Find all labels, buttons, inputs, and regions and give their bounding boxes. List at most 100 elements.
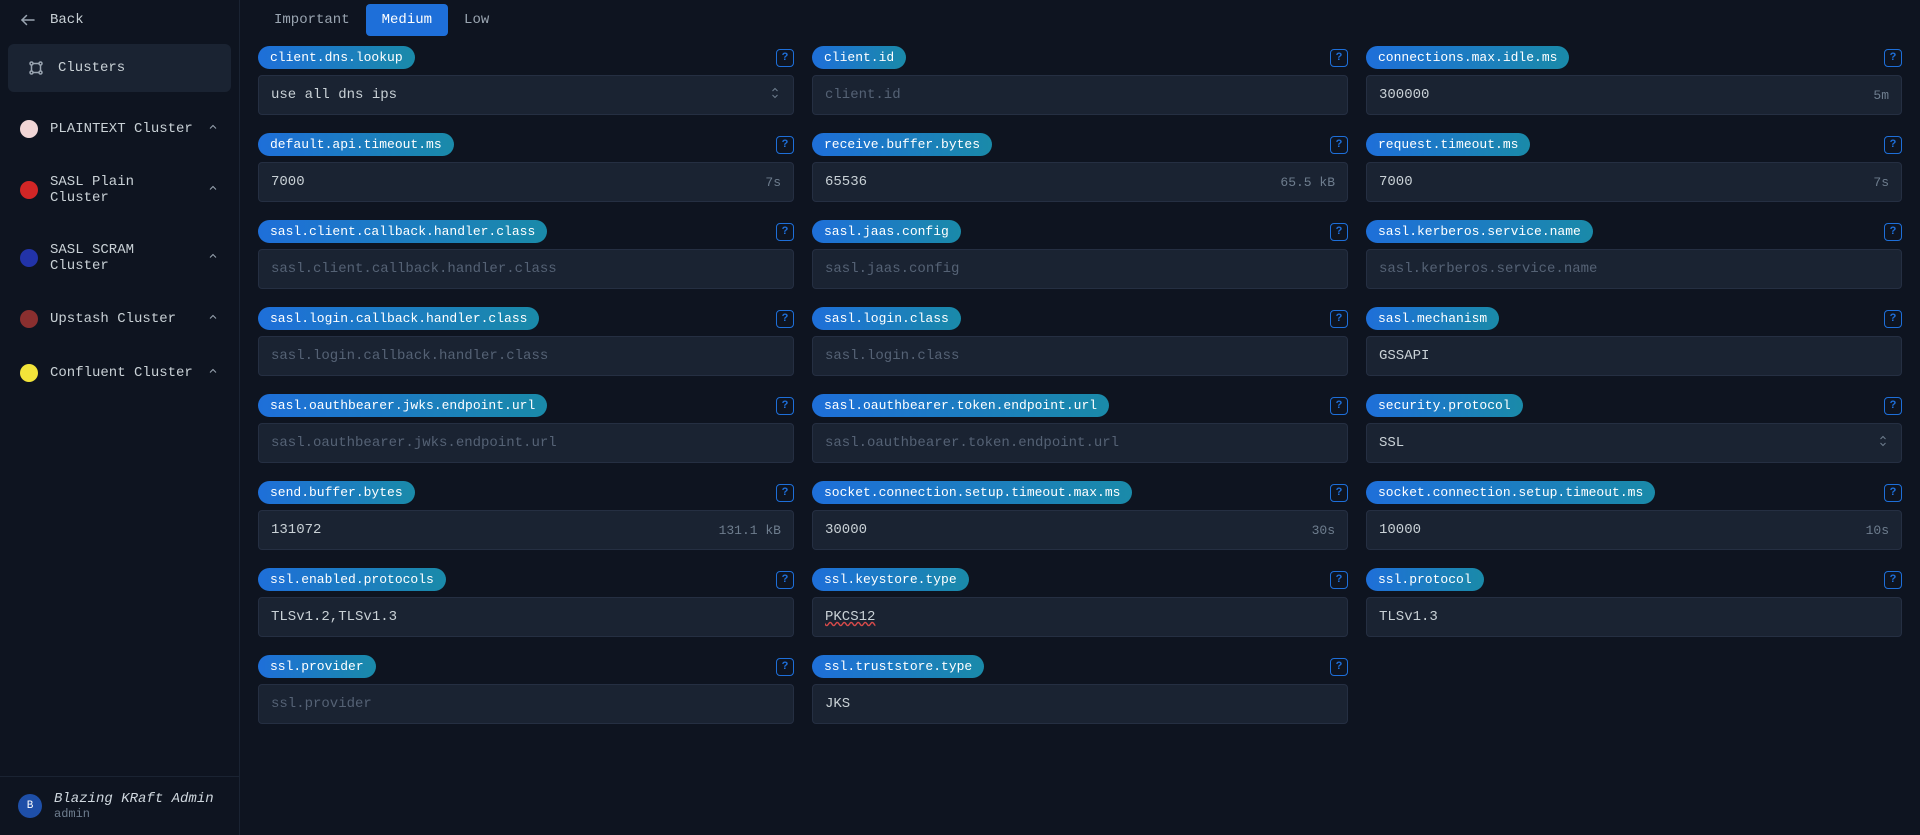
config-input[interactable] — [825, 522, 1304, 538]
config-card: connections.max.idle.ms ?5m — [1366, 46, 1902, 115]
cluster-item[interactable]: Upstash Cluster — [8, 292, 231, 346]
config-input[interactable] — [1379, 87, 1865, 103]
config-field[interactable] — [1366, 597, 1902, 637]
config-input[interactable] — [1379, 261, 1889, 277]
help-icon[interactable]: ? — [1330, 397, 1348, 415]
config-field[interactable]: use all dns ips — [258, 75, 794, 115]
config-field[interactable]: 30s — [812, 510, 1348, 550]
help-icon[interactable]: ? — [1884, 571, 1902, 589]
chevron-up-icon — [207, 250, 219, 267]
config-input[interactable] — [271, 696, 781, 712]
help-icon[interactable]: ? — [776, 310, 794, 328]
help-icon[interactable]: ? — [776, 136, 794, 154]
cluster-label: PLAINTEXT Cluster — [50, 121, 195, 137]
config-input[interactable] — [271, 348, 781, 364]
help-icon[interactable]: ? — [776, 49, 794, 67]
config-input[interactable] — [825, 174, 1272, 190]
config-field[interactable]: 10s — [1366, 510, 1902, 550]
help-icon[interactable]: ? — [776, 223, 794, 241]
cluster-color-dot — [20, 181, 38, 199]
tab-important[interactable]: Important — [258, 4, 366, 36]
help-icon[interactable]: ? — [1330, 136, 1348, 154]
config-field[interactable] — [1366, 249, 1902, 289]
chevron-up-icon — [207, 365, 219, 382]
config-field[interactable]: 5m — [1366, 75, 1902, 115]
config-field[interactable]: 7s — [1366, 162, 1902, 202]
help-icon[interactable]: ? — [1330, 484, 1348, 502]
help-icon[interactable]: ? — [1330, 658, 1348, 676]
cluster-list: PLAINTEXT Cluster SASL Plain Cluster SAS… — [0, 96, 239, 776]
help-icon[interactable]: ? — [776, 658, 794, 676]
config-field[interactable]: PKCS12 — [812, 597, 1348, 637]
config-card: default.api.timeout.ms ?7s — [258, 133, 794, 202]
user-bar[interactable]: B Blazing KRaft Admin admin — [0, 776, 239, 835]
config-card: socket.connection.setup.timeout.ms ?10s — [1366, 481, 1902, 550]
config-card: receive.buffer.bytes ?65.5 kB — [812, 133, 1348, 202]
config-input[interactable] — [1379, 174, 1865, 190]
help-icon[interactable]: ? — [1884, 223, 1902, 241]
arrow-left-icon — [18, 10, 38, 30]
config-field[interactable] — [258, 249, 794, 289]
help-icon[interactable]: ? — [1884, 484, 1902, 502]
config-value[interactable]: PKCS12 — [825, 609, 1335, 625]
config-input[interactable] — [271, 174, 757, 190]
config-field[interactable] — [812, 249, 1348, 289]
config-input[interactable] — [1379, 522, 1858, 538]
config-field[interactable] — [1366, 336, 1902, 376]
value-suffix: 5m — [1873, 88, 1889, 103]
config-input[interactable] — [825, 261, 1335, 277]
help-icon[interactable]: ? — [1884, 136, 1902, 154]
tab-medium[interactable]: Medium — [366, 4, 448, 36]
config-field[interactable] — [812, 684, 1348, 724]
cluster-item[interactable]: SASL Plain Cluster — [8, 156, 231, 224]
config-field[interactable] — [812, 423, 1348, 463]
config-key-pill: client.id — [812, 46, 906, 69]
config-input[interactable] — [825, 348, 1335, 364]
config-field[interactable]: 7s — [258, 162, 794, 202]
config-field[interactable] — [812, 336, 1348, 376]
back-button[interactable]: Back — [0, 0, 239, 40]
config-input[interactable] — [271, 435, 781, 451]
help-icon[interactable]: ? — [1330, 571, 1348, 589]
help-icon[interactable]: ? — [1330, 310, 1348, 328]
tab-low[interactable]: Low — [448, 4, 505, 36]
config-key-pill: ssl.truststore.type — [812, 655, 984, 678]
config-card: ssl.provider ? — [258, 655, 794, 724]
cluster-item[interactable]: SASL SCRAM Cluster — [8, 224, 231, 292]
config-field[interactable]: SSL — [1366, 423, 1902, 463]
config-field[interactable] — [258, 423, 794, 463]
help-icon[interactable]: ? — [776, 397, 794, 415]
config-input[interactable] — [825, 87, 1335, 103]
config-input[interactable] — [825, 696, 1335, 712]
config-input[interactable] — [1379, 609, 1889, 625]
help-icon[interactable]: ? — [1330, 223, 1348, 241]
config-input[interactable] — [271, 261, 781, 277]
config-field[interactable]: 65.5 kB — [812, 162, 1348, 202]
config-field[interactable] — [258, 684, 794, 724]
cluster-item[interactable]: PLAINTEXT Cluster — [8, 102, 231, 156]
config-grid: client.dns.lookup ? use all dns ips clie… — [258, 46, 1902, 724]
help-icon[interactable]: ? — [1884, 49, 1902, 67]
config-input[interactable] — [271, 522, 711, 538]
config-field[interactable] — [812, 75, 1348, 115]
config-input[interactable] — [825, 435, 1335, 451]
config-key-pill: sasl.oauthbearer.jwks.endpoint.url — [258, 394, 547, 417]
help-icon[interactable]: ? — [1884, 310, 1902, 328]
chevron-up-icon — [207, 311, 219, 328]
help-icon[interactable]: ? — [776, 571, 794, 589]
config-field[interactable]: 131.1 kB — [258, 510, 794, 550]
config-input[interactable] — [271, 609, 781, 625]
cluster-label: SASL Plain Cluster — [50, 174, 195, 206]
sidebar-section-clusters[interactable]: Clusters — [8, 44, 231, 92]
help-icon[interactable]: ? — [1884, 397, 1902, 415]
config-field[interactable] — [258, 336, 794, 376]
config-key-pill: sasl.login.callback.handler.class — [258, 307, 539, 330]
help-icon[interactable]: ? — [776, 484, 794, 502]
cluster-item[interactable]: Confluent Cluster — [8, 346, 231, 400]
help-icon[interactable]: ? — [1330, 49, 1348, 67]
config-field[interactable] — [258, 597, 794, 637]
config-card: sasl.login.callback.handler.class ? — [258, 307, 794, 376]
config-input[interactable] — [1379, 348, 1889, 364]
config-key-pill: socket.connection.setup.timeout.max.ms — [812, 481, 1132, 504]
config-card: request.timeout.ms ?7s — [1366, 133, 1902, 202]
